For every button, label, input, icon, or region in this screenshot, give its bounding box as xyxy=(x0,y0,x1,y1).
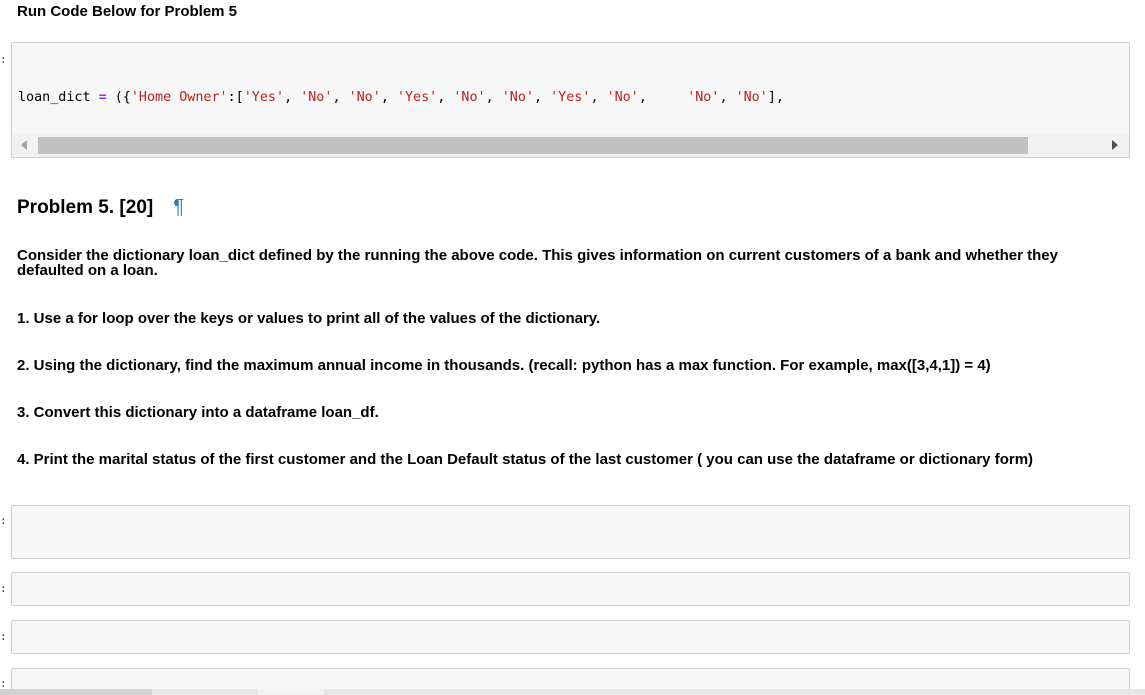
code-string-token: 'No' xyxy=(606,90,639,105)
scroll-right-arrow-icon[interactable] xyxy=(1112,140,1118,150)
code-text-token: ], xyxy=(767,90,784,105)
code-string-token: 'No' xyxy=(453,90,486,105)
question-2: 2. Using the dictionary, find the maximu… xyxy=(17,357,991,374)
code-string-token: 'Home Owner' xyxy=(130,90,228,105)
empty-cell-prompt-1: : xyxy=(0,514,7,527)
question-1: 1. Use a for loop over the keys or value… xyxy=(17,310,601,327)
empty-cell-prompt-3: : xyxy=(0,630,7,643)
scroll-left-arrow-icon[interactable] xyxy=(21,140,27,150)
notebook-page: Run Code Below for Problem 5 : loan_dict… xyxy=(0,0,1145,695)
code-string-token: 'Yes' xyxy=(243,90,285,105)
empty-code-cell-2[interactable] xyxy=(11,572,1130,606)
bottom-scrollbar-segment-light xyxy=(258,689,324,695)
bottom-scrollbar-segment xyxy=(0,689,152,695)
code-line-1: loan_dict = ({'Home Owner':['Yes', 'No',… xyxy=(18,88,1066,107)
empty-cell-prompt-2: : xyxy=(0,582,7,595)
code-cell[interactable]: loan_dict = ({'Home Owner':['Yes', 'No',… xyxy=(11,42,1130,158)
code-text-token: loan_dict xyxy=(18,90,99,105)
code-text-token: , xyxy=(638,90,688,105)
code-text-token: ({ xyxy=(106,90,131,105)
code-text-token: , xyxy=(534,90,551,105)
code-text-token: , xyxy=(380,90,397,105)
code-string-token: 'No' xyxy=(348,90,381,105)
code-text-token: , xyxy=(437,90,454,105)
code-text-token: , xyxy=(485,90,502,105)
code-text-token: :[ xyxy=(227,90,244,105)
anchor-link-pilcrow[interactable]: ¶ xyxy=(173,196,184,218)
code-string-token: 'Yes' xyxy=(396,90,438,105)
question-4: 4. Print the marital status of the first… xyxy=(17,451,1034,468)
code-string-token: 'No' xyxy=(501,90,534,105)
code-string-token: 'Yes' xyxy=(550,90,591,105)
problem-intro: Consider the dictionary loan_dict define… xyxy=(17,247,1058,279)
code-string-token: 'No' xyxy=(687,90,720,105)
code-string-token: 'No' xyxy=(300,90,333,105)
scrollbar-thumb[interactable] xyxy=(38,137,1028,154)
empty-code-cell-1[interactable] xyxy=(11,505,1130,559)
window-bottom-scrollbar[interactable] xyxy=(0,689,1145,695)
code-string-token: 'No' xyxy=(735,90,768,105)
code-text-token: , xyxy=(590,90,607,105)
code-text-token: , xyxy=(284,90,301,105)
code-operator: = xyxy=(98,90,107,105)
run-code-heading: Run Code Below for Problem 5 xyxy=(17,3,238,20)
code-text-token: , xyxy=(719,90,736,105)
empty-code-cell-3[interactable] xyxy=(11,620,1130,654)
problem-heading: Problem 5. [20] ¶ xyxy=(17,196,184,219)
code-text-token: , xyxy=(332,90,349,105)
horizontal-scrollbar[interactable] xyxy=(12,134,1129,157)
code-cell-prompt: : xyxy=(0,53,7,66)
problem-title: Problem 5. [20] xyxy=(17,197,154,218)
question-3: 3. Convert this dictionary into a datafr… xyxy=(17,404,379,421)
